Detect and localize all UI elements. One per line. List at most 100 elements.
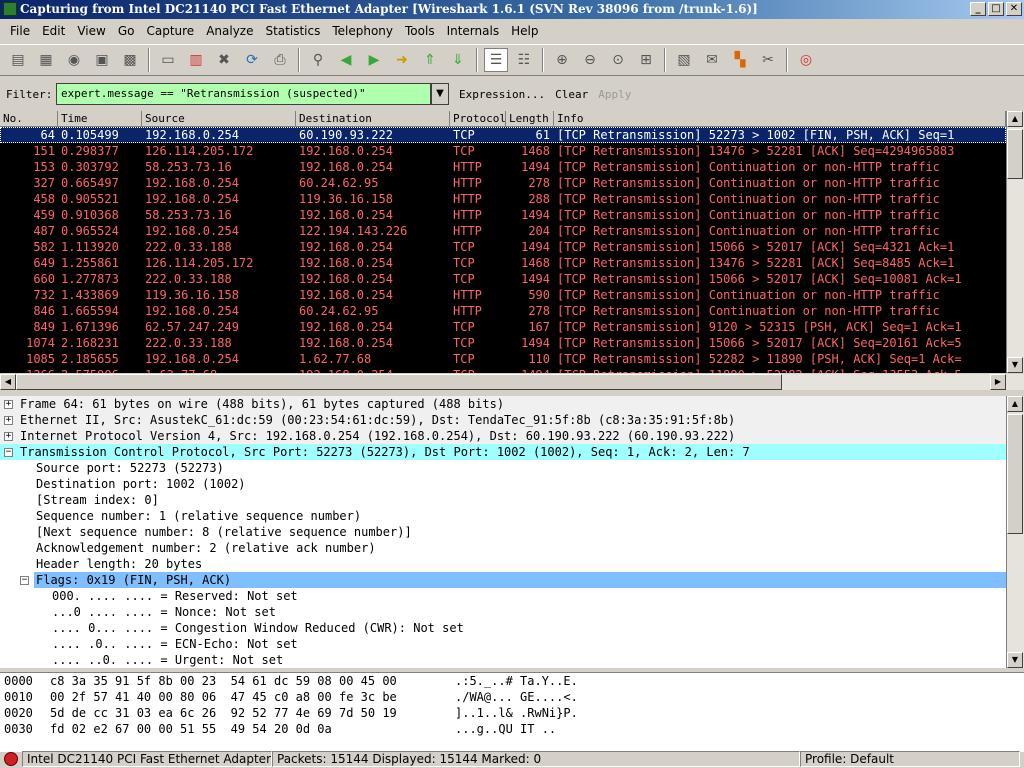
- find-icon[interactable]: ⚲: [306, 48, 330, 72]
- zoom-in-icon[interactable]: ⊕: [550, 48, 574, 72]
- detail-tree-item[interactable]: [Next sequence number: 8 (relative seque…: [0, 524, 1006, 540]
- detail-tree-item[interactable]: Destination port: 1002 (1002): [0, 476, 1006, 492]
- hex-ascii[interactable]: .:5._..# Ta.Y..E.: [455, 673, 578, 689]
- autoscroll-icon[interactable]: ☷: [512, 48, 536, 72]
- packet-row[interactable]: 458 0.905521 192.168.0.254 119.36.16.158 HTT…: [0, 191, 1006, 207]
- detail-tree-item[interactable]: .... .0.. .... = ECN-Echo: Not set: [0, 636, 1006, 652]
- packet-row[interactable]: 64 0.105499 192.168.0.254 60.190.93.222 TCP 6…: [0, 127, 1006, 143]
- menu-internals[interactable]: Internals: [441, 24, 506, 38]
- options-icon[interactable]: ▦: [34, 48, 58, 72]
- help-icon[interactable]: ◎: [794, 48, 818, 72]
- packet-row[interactable]: 153 0.303792 58.253.73.16 192.168.0.254 HTTP…: [0, 159, 1006, 175]
- last-icon[interactable]: ⇓: [446, 48, 470, 72]
- start-icon[interactable]: ◉: [62, 48, 86, 72]
- packet-row[interactable]: 1074 2.168231 222.0.33.188 192.168.0.254 TCP…: [0, 335, 1006, 351]
- collapse-icon[interactable]: −: [4, 448, 13, 457]
- packet-list-vscroll[interactable]: ▲ ▼: [1006, 111, 1024, 373]
- hex-offset[interactable]: 0020: [0, 705, 50, 721]
- menu-analyze[interactable]: Analyze: [200, 24, 259, 38]
- menu-statistics[interactable]: Statistics: [259, 24, 326, 38]
- packet-row[interactable]: 487 0.965524 192.168.0.254 122.194.143.226 H…: [0, 223, 1006, 239]
- stop-icon[interactable]: ▣: [90, 48, 114, 72]
- scroll-down-icon[interactable]: ▼: [1007, 357, 1023, 373]
- scroll-left-icon[interactable]: ◀: [0, 374, 16, 390]
- first-icon[interactable]: ⇑: [418, 48, 442, 72]
- status-profile[interactable]: Profile: Default: [800, 751, 1020, 767]
- scroll-thumb[interactable]: [1007, 414, 1023, 534]
- preferences-icon[interactable]: ✂: [756, 48, 780, 72]
- restart-icon[interactable]: ▩: [118, 48, 142, 72]
- capture-filters-icon[interactable]: ▧: [672, 48, 696, 72]
- column-header-length[interactable]: Length: [506, 111, 554, 126]
- detail-tree-item[interactable]: + Internet Protocol Version 4, Src: 192.1…: [0, 428, 1006, 444]
- filter-input[interactable]: expert.message == "Retransmission (suspe…: [56, 83, 431, 105]
- scroll-thumb[interactable]: [1007, 129, 1023, 179]
- column-header-destination[interactable]: Destination: [296, 111, 450, 126]
- scroll-right-icon[interactable]: ▶: [990, 374, 1006, 390]
- detail-tree-item[interactable]: [Stream index: 0]: [0, 492, 1006, 508]
- hex-bytes[interactable]: fd 02 e2 67 00 00 51 55 49 54 20 0d 0a: [50, 721, 455, 737]
- hex-offset[interactable]: 0010: [0, 689, 50, 705]
- scroll-up-icon[interactable]: ▲: [1007, 396, 1023, 412]
- detail-tree-item[interactable]: ...0 .... .... = Nonce: Not set: [0, 604, 1006, 620]
- collapse-icon[interactable]: −: [20, 576, 29, 585]
- menu-file[interactable]: File: [4, 24, 36, 38]
- packet-list-hscroll[interactable]: ◀ ▶: [0, 374, 1024, 390]
- detail-tree-item[interactable]: 000. .... .... = Reserved: Not set: [0, 588, 1006, 604]
- zoom-normal-icon[interactable]: ⊙: [606, 48, 630, 72]
- hscroll-thumb[interactable]: [16, 374, 782, 390]
- detail-tree-item[interactable]: − Flags: 0x19 (FIN, PSH, ACK): [0, 572, 1006, 588]
- hex-ascii[interactable]: ...g..QU IT ..: [455, 721, 556, 737]
- column-header-source[interactable]: Source: [142, 111, 296, 126]
- detail-tree-item[interactable]: Acknowledgement number: 2 (relative ack …: [0, 540, 1006, 556]
- column-header-no[interactable]: No.: [0, 111, 58, 126]
- close-file-icon[interactable]: ✖: [212, 48, 236, 72]
- detail-tree-item[interactable]: Header length: 20 bytes: [0, 556, 1006, 572]
- scroll-down-icon[interactable]: ▼: [1007, 652, 1023, 668]
- expand-icon[interactable]: +: [4, 416, 13, 425]
- packet-row[interactable]: 649 1.255861 126.114.205.172 192.168.0.254 T…: [0, 255, 1006, 271]
- column-header-protocol[interactable]: Protocol: [450, 111, 506, 126]
- menu-view[interactable]: View: [71, 24, 111, 38]
- open-icon[interactable]: ▭: [156, 48, 180, 72]
- hex-bytes[interactable]: 00 2f 57 41 40 00 80 06 47 45 c0 a8 00 f…: [50, 689, 455, 705]
- save-icon[interactable]: ▥: [184, 48, 208, 72]
- detail-tree-item[interactable]: Source port: 52273 (52273): [0, 460, 1006, 476]
- menu-help[interactable]: Help: [505, 24, 544, 38]
- apply-button[interactable]: Apply: [598, 88, 631, 101]
- goto-icon[interactable]: ➜: [390, 48, 414, 72]
- packet-row[interactable]: 846 1.665594 192.168.0.254 60.24.62.95 HTTP 2…: [0, 303, 1006, 319]
- menu-telephony[interactable]: Telephony: [326, 24, 399, 38]
- expert-info-icon[interactable]: [4, 752, 18, 766]
- packet-row[interactable]: 660 1.277873 222.0.33.188 192.168.0.254 TCP 1…: [0, 271, 1006, 287]
- packet-row[interactable]: 1085 2.185655 192.168.0.254 1.62.77.68 TCP 11…: [0, 351, 1006, 367]
- column-header-time[interactable]: Time: [58, 111, 142, 126]
- display-filters-icon[interactable]: ✉: [700, 48, 724, 72]
- packet-details-vscroll[interactable]: ▲ ▼: [1006, 396, 1024, 668]
- menu-tools[interactable]: Tools: [399, 24, 441, 38]
- detail-tree-item[interactable]: + Ethernet II, Src: AsustekC_61:dc:59 (00…: [0, 412, 1006, 428]
- expand-icon[interactable]: +: [4, 432, 13, 441]
- expand-icon[interactable]: +: [4, 400, 13, 409]
- hex-ascii[interactable]: ]..1..l& .RwNi}P.: [455, 705, 578, 721]
- zoom-out-icon[interactable]: ⊖: [578, 48, 602, 72]
- detail-tree-item[interactable]: − Transmission Control Protocol, Src Port…: [0, 444, 1006, 460]
- expression-button[interactable]: Expression...: [459, 88, 545, 101]
- menu-edit[interactable]: Edit: [36, 24, 71, 38]
- maximize-button[interactable]: □: [988, 2, 1004, 16]
- print-icon[interactable]: ⎙: [268, 48, 292, 72]
- reload-icon[interactable]: ⟳: [240, 48, 264, 72]
- menu-go[interactable]: Go: [112, 24, 141, 38]
- packet-row[interactable]: 151 0.298377 126.114.205.172 192.168.0.254 T…: [0, 143, 1006, 159]
- clear-button[interactable]: Clear: [555, 88, 588, 101]
- packet-row[interactable]: 582 1.113920 222.0.33.188 192.168.0.254 TCP 1…: [0, 239, 1006, 255]
- packet-row[interactable]: 459 0.910368 58.253.73.16 192.168.0.254 HTTP…: [0, 207, 1006, 223]
- packet-row[interactable]: 12662.5759061.62.77.68192.168.0.254TCP14…: [0, 367, 1006, 373]
- close-button[interactable]: ✕: [1006, 2, 1022, 16]
- colorize-icon[interactable]: ☰: [484, 48, 508, 72]
- detail-tree-item[interactable]: Sequence number: 1 (relative sequence nu…: [0, 508, 1006, 524]
- packet-row[interactable]: 732 1.433869 119.36.16.158 192.168.0.254 HTT…: [0, 287, 1006, 303]
- scroll-up-icon[interactable]: ▲: [1007, 111, 1023, 127]
- filter-dropdown-button[interactable]: ▼: [431, 83, 449, 105]
- hex-bytes[interactable]: 5d de cc 31 03 ea 6c 26 92 52 77 4e 69 7…: [50, 705, 455, 721]
